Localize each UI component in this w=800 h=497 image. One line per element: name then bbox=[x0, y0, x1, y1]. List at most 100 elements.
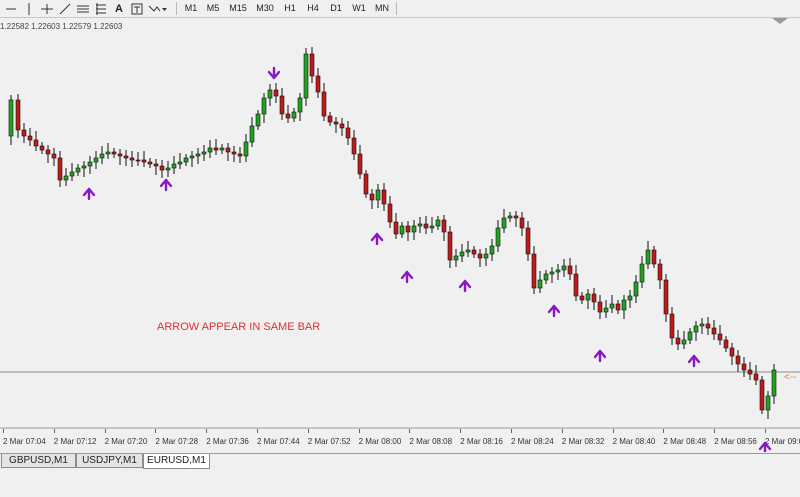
bull-candle bbox=[609, 303, 615, 309]
bull-candle bbox=[483, 253, 489, 259]
timeframe-m5-button[interactable]: M5 bbox=[202, 0, 224, 17]
bear-candle bbox=[345, 127, 351, 139]
bear-candle bbox=[381, 189, 387, 205]
bear-candle bbox=[579, 295, 585, 301]
bear-candle bbox=[57, 157, 63, 181]
bull-candle bbox=[249, 125, 255, 143]
bull-candle bbox=[69, 171, 75, 177]
bear-candle bbox=[513, 215, 519, 219]
time-axis-tick bbox=[765, 429, 766, 433]
bull-candle bbox=[201, 151, 207, 155]
bull-candle bbox=[8, 99, 14, 137]
bull-candle bbox=[291, 111, 297, 119]
text-label-icon[interactable] bbox=[128, 0, 146, 17]
chart-shift-marker-icon[interactable] bbox=[772, 18, 788, 24]
tab-usdjpy[interactable]: USDJPY,M1 bbox=[76, 454, 143, 468]
time-axis-label: 2 Mar 07:12 bbox=[53, 437, 97, 446]
bull-candle bbox=[171, 163, 177, 169]
bear-candle bbox=[39, 145, 45, 151]
channel-icon[interactable] bbox=[74, 0, 92, 17]
bull-candle bbox=[165, 167, 171, 171]
buy-arrow-icon bbox=[458, 279, 472, 293]
bear-candle bbox=[531, 253, 537, 289]
timeframe-mn-button[interactable]: MN bbox=[371, 0, 393, 17]
time-axis-label: 2 Mar 07:20 bbox=[104, 437, 148, 446]
timeframe-w1-button[interactable]: W1 bbox=[348, 0, 370, 17]
timeframe-d1-button[interactable]: D1 bbox=[325, 0, 347, 17]
bear-candle bbox=[735, 355, 741, 365]
bear-candle bbox=[237, 153, 243, 157]
bull-candle bbox=[105, 151, 111, 155]
bear-candle bbox=[357, 153, 363, 175]
bull-candle bbox=[177, 161, 183, 165]
time-axis-tick bbox=[409, 429, 411, 433]
bear-candle bbox=[327, 115, 333, 123]
buy-arrow-icon bbox=[159, 178, 173, 192]
bear-candle bbox=[117, 153, 123, 157]
tab-gbpusd[interactable]: GBPUSD,M1 bbox=[1, 454, 76, 468]
vertical-line-icon[interactable] bbox=[20, 0, 38, 17]
price-chart[interactable]: 1.22582 1.22603 1.22579 1.22603 <-- ARRO… bbox=[0, 18, 800, 452]
buy-arrow-icon bbox=[370, 232, 384, 246]
bull-candle bbox=[195, 153, 201, 157]
bull-candle bbox=[549, 271, 555, 275]
bull-candle bbox=[63, 175, 69, 181]
timeframe-h1-button[interactable]: H1 bbox=[279, 0, 301, 17]
timeframe-m30-button[interactable]: M30 bbox=[252, 0, 278, 17]
bear-candle bbox=[405, 225, 411, 233]
bull-candle bbox=[261, 97, 267, 115]
bull-candle bbox=[645, 249, 651, 265]
bull-candle bbox=[693, 325, 699, 333]
crosshair-line-icon[interactable] bbox=[2, 0, 20, 17]
chart-toolbar: A M1 M5 M15 M30 H1 H4 D1 W1 MN bbox=[0, 0, 800, 18]
time-axis-tick bbox=[358, 429, 360, 433]
bear-candle bbox=[615, 303, 621, 311]
bull-candle bbox=[639, 263, 645, 283]
bear-candle bbox=[387, 203, 393, 223]
bull-candle bbox=[627, 295, 633, 301]
bull-candle bbox=[507, 215, 513, 219]
bear-candle bbox=[309, 53, 315, 77]
bull-candle bbox=[765, 395, 771, 411]
buy-arrow-icon bbox=[593, 349, 607, 363]
bear-candle bbox=[51, 153, 57, 159]
trendline-icon[interactable] bbox=[56, 0, 74, 17]
buy-arrow-icon bbox=[400, 270, 414, 284]
tab-eurusd[interactable]: EURUSD,M1 bbox=[143, 454, 210, 469]
bear-candle bbox=[747, 369, 753, 375]
bull-candle bbox=[189, 155, 195, 159]
text-icon[interactable]: A bbox=[110, 0, 128, 17]
candlestick-canvas[interactable]: <-- ARROW APPEAR IN SAME BAR bbox=[0, 18, 800, 452]
bear-candle bbox=[333, 121, 339, 125]
time-axis-tick bbox=[206, 429, 208, 433]
bear-candle bbox=[135, 159, 141, 162]
bull-candle bbox=[687, 331, 693, 341]
timeframe-m15-button[interactable]: M15 bbox=[225, 0, 251, 17]
bear-candle bbox=[21, 129, 27, 137]
time-axis-label: 2 Mar 07:52 bbox=[307, 437, 351, 446]
bear-candle bbox=[663, 279, 669, 315]
bull-candle bbox=[93, 157, 99, 163]
bull-candle bbox=[699, 323, 705, 327]
bear-candle bbox=[111, 151, 117, 155]
bull-candle bbox=[81, 165, 87, 169]
horizontal-line-icon[interactable] bbox=[38, 0, 56, 17]
bull-candle bbox=[561, 265, 567, 271]
bull-candle bbox=[681, 339, 687, 345]
timeframe-h4-button[interactable]: H4 bbox=[302, 0, 324, 17]
bull-candle bbox=[303, 53, 309, 99]
bear-candle bbox=[597, 301, 603, 313]
time-axis-tick bbox=[53, 429, 55, 433]
bull-candle bbox=[495, 227, 501, 247]
bull-candle bbox=[489, 245, 495, 255]
time-axis-tick bbox=[612, 429, 614, 433]
bear-candle bbox=[591, 293, 597, 303]
bear-candle bbox=[669, 313, 675, 339]
time-axis-tick bbox=[460, 429, 462, 433]
shapes-dropdown-icon[interactable] bbox=[146, 0, 170, 17]
time-axis-label: 2 Mar 07:36 bbox=[206, 437, 249, 446]
bear-candle bbox=[471, 249, 477, 255]
timeframe-m1-button[interactable]: M1 bbox=[181, 0, 201, 17]
fibonacci-icon[interactable] bbox=[92, 0, 110, 17]
bull-candle bbox=[75, 167, 81, 173]
